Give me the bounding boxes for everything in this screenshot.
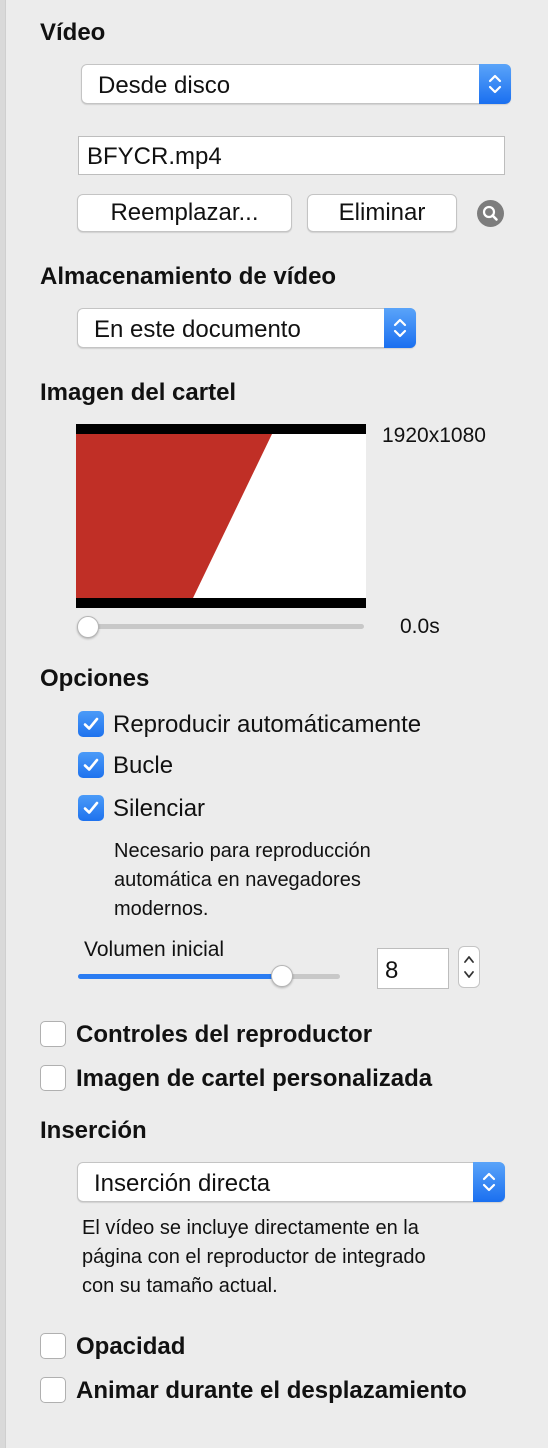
- storage-heading: Almacenamiento de vídeo: [40, 263, 337, 290]
- updown-arrows-icon: [384, 308, 416, 348]
- insertion-select[interactable]: Inserción directa: [77, 1162, 505, 1202]
- volume-track[interactable]: [78, 974, 340, 979]
- poster-preview: [76, 424, 366, 608]
- mute-label: Silenciar: [113, 795, 206, 822]
- volume-label: Volumen inicial: [84, 938, 225, 961]
- panel-edge: [0, 0, 6, 1448]
- checkmark-icon: [83, 717, 99, 730]
- poster-time-track[interactable]: [78, 624, 364, 629]
- volume-value: 8: [385, 957, 399, 984]
- animate-scroll-label: Animar durante el desplazamiento: [76, 1377, 467, 1404]
- video-heading: Vídeo: [40, 19, 106, 46]
- poster-time-value: 0.0s: [400, 615, 440, 638]
- checkmark-icon: [83, 758, 99, 771]
- insertion-note-line: El vídeo se incluye directamente en la: [82, 1217, 419, 1239]
- insertion-note: El vídeo se incluye directamente en la p…: [82, 1214, 426, 1301]
- opacity-checkbox[interactable]: [40, 1333, 66, 1359]
- autoplay-label: Reproducir automáticamente: [113, 711, 422, 738]
- poster-heading: Imagen del cartel: [40, 379, 237, 406]
- delete-button[interactable]: Eliminar: [307, 194, 457, 232]
- poster-time-knob[interactable]: [77, 616, 99, 638]
- volume-knob[interactable]: [271, 965, 293, 987]
- insertion-value: Inserción directa: [94, 1170, 271, 1197]
- volume-stepper[interactable]: [458, 946, 480, 988]
- video-source-value: Desde disco: [98, 72, 231, 99]
- insertion-heading: Inserción: [40, 1117, 147, 1144]
- volume-input[interactable]: 8: [377, 948, 449, 989]
- video-filename-field[interactable]: BFYCR.mp4: [78, 136, 505, 175]
- mute-note-line: Necesario para reproducción: [114, 840, 371, 862]
- insertion-note-line: página con el reproductor de integrado: [82, 1246, 426, 1268]
- updown-arrows-icon: [473, 1162, 505, 1202]
- autoplay-checkbox[interactable]: [78, 711, 104, 737]
- custom-poster-label: Imagen de cartel personalizada: [76, 1065, 433, 1092]
- mute-note: Necesario para reproducción automática e…: [114, 837, 371, 924]
- video-filename-value: BFYCR.mp4: [87, 143, 222, 170]
- updown-arrows-icon: [479, 64, 511, 104]
- options-heading: Opciones: [40, 665, 150, 692]
- mute-checkbox[interactable]: [78, 795, 104, 821]
- checkmark-icon: [83, 801, 99, 814]
- player-controls-label: Controles del reproductor: [76, 1021, 373, 1048]
- poster-dimensions: 1920x1080: [382, 424, 486, 447]
- storage-select[interactable]: En este documento: [77, 308, 416, 348]
- stepper-arrows-icon: [464, 956, 474, 978]
- mute-note-line: automática en navegadores: [114, 869, 361, 891]
- storage-value: En este documento: [94, 316, 301, 343]
- insertion-note-line: con su tamaño actual.: [82, 1275, 278, 1297]
- animate-scroll-checkbox[interactable]: [40, 1377, 66, 1403]
- custom-poster-checkbox[interactable]: [40, 1065, 66, 1091]
- magnifier-icon[interactable]: [477, 200, 504, 227]
- video-source-select[interactable]: Desde disco: [81, 64, 511, 104]
- replace-button[interactable]: Reemplazar...: [77, 194, 292, 232]
- opacity-label: Opacidad: [76, 1333, 186, 1360]
- mute-note-line: modernos.: [114, 898, 209, 920]
- player-controls-checkbox[interactable]: [40, 1021, 66, 1047]
- loop-checkbox[interactable]: [78, 752, 104, 778]
- volume-fill: [78, 974, 282, 979]
- loop-label: Bucle: [113, 752, 174, 779]
